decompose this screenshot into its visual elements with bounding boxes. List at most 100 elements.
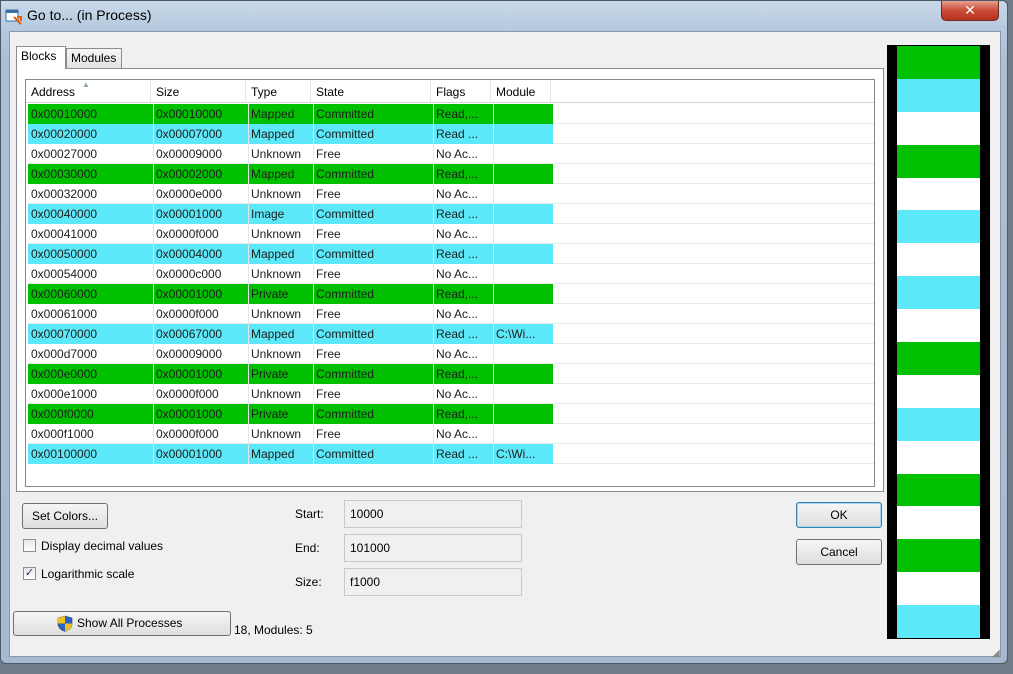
table-row[interactable]: 0x000f0000 0x00001000 Private Committed Read…	[28, 404, 874, 424]
column-separator	[153, 444, 154, 464]
cell-type: Image	[248, 204, 313, 224]
column-separator	[313, 264, 314, 284]
table-row[interactable]: 0x00041000 0x0000f000 Unknown Free No Ac...	[28, 224, 874, 244]
table-row[interactable]: 0x00070000 0x00067000 Mapped Committed Read …	[28, 324, 874, 344]
cell-state: Free	[316, 187, 341, 201]
table-row[interactable]: 0x00050000 0x00004000 Mapped Committed Read …	[28, 244, 874, 264]
cell-size: 0x0000f000	[156, 307, 219, 321]
uac-shield-icon	[57, 615, 73, 632]
cell-type: Mapped	[248, 164, 313, 184]
column-separator	[153, 404, 154, 424]
table-row[interactable]: 0x00061000 0x0000f000 Unknown Free No Ac...	[28, 304, 874, 324]
cell-state: Free	[316, 307, 341, 321]
resize-grip-icon[interactable]: ◢	[992, 649, 1004, 661]
list-header: Address ▲ Size Type State Flags Module	[26, 80, 874, 103]
cell-flags: No Ac...	[436, 347, 479, 361]
column-separator	[433, 204, 434, 224]
table-row[interactable]: 0x00060000 0x00001000 Private Committed Read…	[28, 284, 874, 304]
cell-module	[493, 404, 553, 424]
table-row[interactable]: 0x000d7000 0x00009000 Unknown Free No Ac...	[28, 344, 874, 364]
column-separator	[493, 344, 494, 364]
cell-state: Committed	[313, 444, 433, 464]
column-separator	[493, 184, 494, 204]
memory-map-segment	[897, 539, 980, 572]
table-row[interactable]: 0x00027000 0x00009000 Unknown Free No Ac...	[28, 144, 874, 164]
column-separator	[313, 344, 314, 364]
tab-blocks[interactable]: Blocks	[16, 46, 66, 69]
memory-map-segment	[897, 605, 980, 638]
cell-state: Free	[316, 427, 341, 441]
column-separator	[493, 424, 494, 444]
column-separator	[433, 424, 434, 444]
cell-module	[493, 144, 553, 164]
display-decimal-checkbox[interactable]	[23, 539, 36, 552]
cell-state: Free	[316, 267, 341, 281]
memory-map-segment	[897, 178, 980, 210]
cancel-button[interactable]: Cancel	[796, 539, 882, 565]
memory-map-segment	[897, 408, 980, 441]
cell-address: 0x00041000	[31, 227, 98, 241]
table-row[interactable]: 0x00054000 0x0000c000 Unknown Free No Ac...	[28, 264, 874, 284]
table-row[interactable]: 0x00100000 0x00001000 Mapped Committed Read …	[28, 444, 874, 464]
cell-flags: No Ac...	[436, 187, 479, 201]
show-all-processes-button[interactable]: Show All Processes	[13, 611, 231, 636]
ok-button[interactable]: OK	[796, 502, 882, 528]
memory-map-segment	[897, 112, 980, 145]
column-separator	[313, 204, 314, 224]
column-separator	[433, 444, 434, 464]
table-row[interactable]: 0x000f1000 0x0000f000 Unknown Free No Ac...	[28, 424, 874, 444]
cell-flags: No Ac...	[436, 147, 479, 161]
table-row[interactable]: 0x000e1000 0x0000f000 Unknown Free No Ac...	[28, 384, 874, 404]
log-scale-label: Logarithmic scale	[41, 567, 135, 581]
set-colors-button[interactable]: Set Colors...	[22, 503, 108, 529]
cell-module: C:\Wi...	[493, 444, 553, 464]
cell-address: 0x00027000	[31, 147, 98, 161]
column-header-address-label: Address	[31, 85, 76, 99]
table-row[interactable]: 0x00010000 0x00010000 Mapped Committed Read,…	[28, 104, 874, 124]
column-header-type[interactable]: Type	[246, 80, 311, 103]
memory-map-segment	[897, 474, 980, 506]
table-row[interactable]: 0x000e0000 0x00001000 Private Committed Read…	[28, 364, 874, 384]
column-separator	[433, 284, 434, 304]
cell-address: 0x000f0000	[28, 404, 153, 424]
cell-size: 0x0000f000	[156, 227, 219, 241]
column-separator	[313, 284, 314, 304]
table-row[interactable]: 0x00040000 0x00001000 Image Committed Read .…	[28, 204, 874, 224]
log-scale-checkbox[interactable]: ✓	[23, 567, 36, 580]
column-header-flags[interactable]: Flags	[431, 80, 491, 103]
column-header-state[interactable]: State	[311, 80, 431, 103]
column-separator	[493, 284, 494, 304]
column-separator	[433, 384, 434, 404]
cell-size: 0x00067000	[153, 324, 248, 344]
title-bar[interactable]: Go to... (in Process) ✕	[1, 1, 1007, 31]
column-separator	[313, 364, 314, 384]
cell-module	[493, 124, 553, 144]
memory-map-segment	[897, 79, 980, 112]
tab-modules[interactable]: Modules	[66, 48, 122, 68]
cell-module	[493, 304, 553, 324]
memory-map-segment	[897, 375, 980, 408]
table-row[interactable]: 0x00032000 0x0000e000 Unknown Free No Ac...	[28, 184, 874, 204]
column-separator	[153, 204, 154, 224]
column-separator	[433, 264, 434, 284]
column-header-size[interactable]: Size	[151, 80, 246, 103]
column-separator	[493, 224, 494, 244]
column-separator	[248, 124, 249, 144]
cell-flags: Read ...	[433, 204, 493, 224]
cell-type: Private	[248, 364, 313, 384]
column-separator	[313, 124, 314, 144]
cell-type: Mapped	[248, 244, 313, 264]
cell-size: 0x00001000	[153, 404, 248, 424]
table-row[interactable]: 0x00020000 0x00007000 Mapped Committed Read …	[28, 124, 874, 144]
memory-map[interactable]	[887, 45, 990, 639]
column-separator	[248, 244, 249, 264]
dialog-window: Go to... (in Process) ✕ Blocks Modules A…	[0, 0, 1008, 664]
column-separator	[248, 264, 249, 284]
column-header-address[interactable]: Address ▲	[26, 80, 151, 103]
table-row[interactable]: 0x00030000 0x00002000 Mapped Committed Read,…	[28, 164, 874, 184]
cell-address: 0x00100000	[28, 444, 153, 464]
column-header-module[interactable]: Module	[491, 80, 551, 103]
cell-size: 0x0000c000	[156, 267, 222, 281]
close-button[interactable]: ✕	[941, 1, 999, 21]
memory-blocks-list[interactable]: Address ▲ Size Type State Flags Module 0…	[25, 79, 875, 487]
